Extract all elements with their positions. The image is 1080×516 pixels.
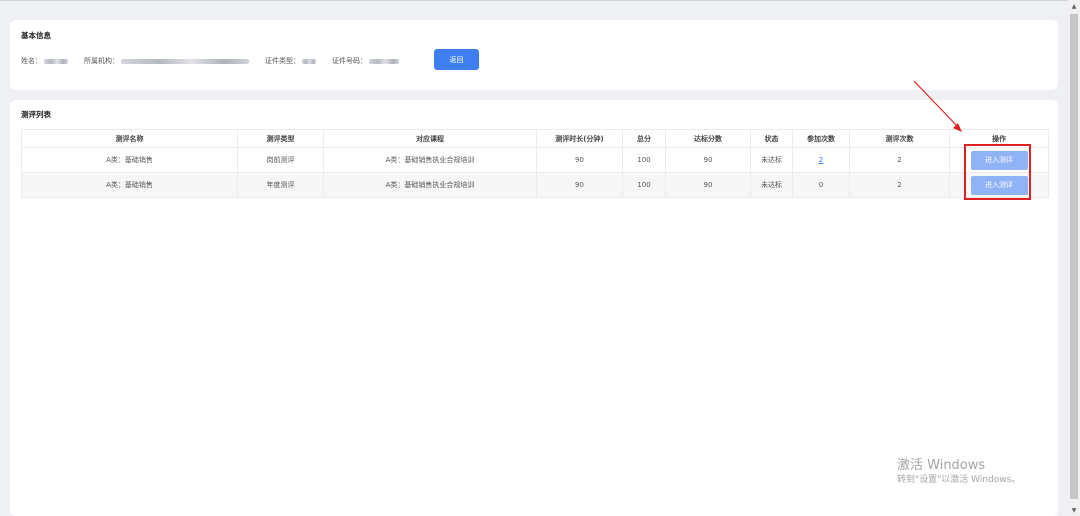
cell-status: 未达标 (750, 147, 793, 173)
basic-info-title: 基本信息 (21, 31, 51, 40)
name-label: 姓名： (21, 57, 42, 65)
table-header-row: 测评名称 测评类型 对应课程 测评时长(分钟) 总分 达标分数 状态 参加次数 … (21, 129, 1049, 148)
page: 基本信息 姓名： 所属机构： 证件类型： 证件号码： 返回 测评列表 测评名称 … (0, 0, 1080, 516)
org-field: 所属机构： (84, 56, 249, 66)
basic-info-row: 姓名： 所属机构： 证件类型： 证件号码： (21, 55, 415, 67)
top-divider (0, 0, 1068, 1)
table-row: A类：基础销售 岗前测评 A类：基础销售执业合规培训 90 100 90 未达标… (21, 147, 1049, 173)
cell-total: 100 (622, 172, 666, 198)
id-type-redacted (302, 58, 316, 64)
id-type-label: 证件类型： (265, 57, 300, 65)
vertical-scrollbar[interactable]: ▲ ▼ (1068, 0, 1080, 516)
scroll-up-arrow-icon[interactable]: ▲ (1068, 0, 1080, 12)
id-type-field: 证件类型： (265, 56, 316, 66)
col-header-attempts: 参加次数 (792, 129, 850, 148)
cell-duration: 90 (536, 147, 623, 173)
cell-duration: 90 (536, 172, 623, 198)
col-header-course: 对应课程 (323, 129, 537, 148)
col-header-type: 测评类型 (237, 129, 324, 148)
eval-list-card: 测评列表 测评名称 测评类型 对应课程 测评时长(分钟) 总分 达标分数 状态 … (10, 100, 1058, 516)
id-number-label: 证件号码： (332, 57, 367, 65)
col-header-total: 总分 (622, 129, 666, 148)
annotation-highlight-box (964, 144, 1031, 200)
col-header-pass: 达标分数 (665, 129, 751, 148)
attempts-link[interactable]: 2 (819, 156, 823, 164)
id-number-redacted (369, 58, 399, 64)
back-button[interactable]: 返回 (434, 49, 479, 70)
name-redacted (44, 58, 68, 64)
col-header-name: 测评名称 (21, 129, 238, 148)
annotation-arrow-icon (913, 80, 962, 132)
name-field: 姓名： (21, 56, 68, 66)
id-number-field: 证件号码： (332, 56, 399, 66)
cell-status: 未达标 (750, 172, 793, 198)
cell-type: 岗前测评 (237, 147, 324, 173)
cell-limit: 2 (849, 172, 950, 198)
cell-course: A类：基础销售执业合规培训 (323, 172, 537, 198)
cell-total: 100 (622, 147, 666, 173)
cell-attempts: 2 (792, 147, 850, 173)
watermark-subtitle: 转到"设置"以激活 Windows。 (897, 475, 1021, 485)
cell-name: A类：基础销售 (21, 147, 238, 173)
windows-activation-watermark: 激活 Windows 转到"设置"以激活 Windows。 (897, 458, 1020, 486)
col-header-status: 状态 (750, 129, 793, 148)
cell-pass: 90 (665, 172, 751, 198)
cell-limit: 2 (849, 147, 950, 173)
cell-type: 年度测评 (237, 172, 324, 198)
scroll-down-arrow-icon[interactable]: ▼ (1068, 504, 1080, 516)
col-header-duration: 测评时长(分钟) (536, 129, 623, 148)
org-redacted (121, 58, 249, 64)
cell-course: A类：基础销售执业合规培训 (323, 147, 537, 173)
watermark-title: 激活 Windows (897, 458, 986, 473)
cell-attempts: 0 (792, 172, 850, 198)
cell-pass: 90 (665, 147, 751, 173)
table-row: A类：基础销售 年度测评 A类：基础销售执业合规培训 90 100 90 未达标… (21, 172, 1049, 198)
eval-table: 测评名称 测评类型 对应课程 测评时长(分钟) 总分 达标分数 状态 参加次数 … (21, 129, 1049, 198)
scrollbar-thumb[interactable] (1070, 14, 1078, 499)
cell-name: A类：基础销售 (21, 172, 238, 198)
eval-list-title: 测评列表 (21, 110, 51, 119)
org-label: 所属机构： (84, 57, 119, 65)
